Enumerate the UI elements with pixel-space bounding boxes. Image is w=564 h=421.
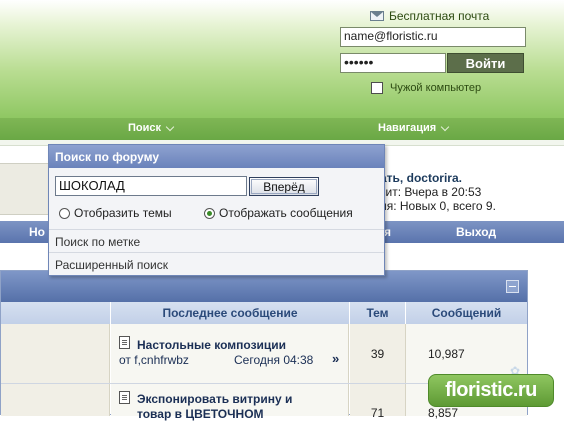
envelope-icon: [370, 11, 384, 21]
document-icon: [119, 391, 130, 404]
remember-checkbox[interactable]: [371, 82, 383, 94]
welcome-text: ать, doctorira. зит: Вчера в 20:53 ия: Н…: [380, 171, 496, 213]
messages-count[interactable]: ия: Новых 0, всего 9.: [380, 199, 496, 213]
remember-option[interactable]: Чужой компьютер: [371, 82, 481, 94]
col-forum: [1, 302, 111, 324]
topics-count: 39: [350, 324, 406, 383]
radio-show-topics[interactable]: [59, 207, 70, 219]
col-posts: Сообщений: [406, 302, 527, 324]
free-mail-link[interactable]: Бесплатная почта: [370, 8, 489, 24]
free-mail-label[interactable]: Бесплатная почта: [389, 9, 489, 23]
col-topics: Тем: [350, 302, 406, 324]
login-button[interactable]: Войти: [447, 53, 524, 73]
go-to-post-icon[interactable]: »: [332, 351, 339, 366]
toolbar-item-partial-2[interactable]: я: [384, 225, 391, 239]
collapse-icon[interactable]: [506, 280, 519, 293]
last-post-title[interactable]: Настольные композиции: [137, 338, 286, 352]
topics-count: 71: [350, 384, 406, 420]
search-input[interactable]: ШОКОЛАД: [55, 176, 247, 196]
option-show-posts[interactable]: Отображать сообщения: [204, 206, 353, 220]
site-header: Бесплатная почта name@floristic.ru •••••…: [0, 0, 564, 118]
last-visit: зит: Вчера в 20:53: [380, 185, 482, 199]
col-last-post: Последнее сообщение: [111, 302, 350, 324]
chevron-down-icon: [440, 122, 450, 131]
last-post-author[interactable]: от f,cnhfrwbz: [119, 353, 189, 367]
option-show-topics-label[interactable]: Отобразить темы: [74, 206, 172, 220]
login-field[interactable]: name@floristic.ru: [340, 27, 526, 47]
table-row: Настольные композиции от f,cnhfrwbz Сего…: [111, 324, 349, 383]
last-post-title-line2[interactable]: товар в ЦВЕТОЧНОМ: [137, 407, 264, 421]
search-popup: Поиск по форуму ШОКОЛАД Вперёд Отобразит…: [48, 144, 385, 276]
main-navbar: Поиск Навигация: [0, 118, 564, 140]
toolbar-item-partial[interactable]: Но: [29, 225, 45, 239]
forum-cell: [1, 324, 110, 416]
floristic-logo: floristic.ru: [428, 374, 554, 407]
logout-link[interactable]: Выход: [456, 225, 496, 239]
welcome-username[interactable]: doctorira.: [407, 171, 462, 185]
search-popup-title: Поиск по форуму: [49, 145, 384, 168]
search-go-button[interactable]: Вперёд: [249, 177, 319, 196]
last-post-title[interactable]: Экспонировать витрину и: [137, 392, 292, 406]
password-field[interactable]: ••••••: [340, 53, 446, 73]
document-icon: [119, 336, 130, 349]
option-show-topics[interactable]: Отобразить темы: [59, 206, 172, 220]
table-row: Экспонировать витрину и товар в ЦВЕТОЧНО…: [111, 384, 349, 421]
nav-navigation-label[interactable]: Навигация: [378, 122, 436, 134]
advanced-search-link[interactable]: Расширенный поиск: [49, 252, 384, 275]
nav-search-label[interactable]: Поиск: [128, 122, 161, 134]
welcome-side-cell: [0, 163, 52, 215]
nav-search[interactable]: Поиск: [128, 122, 175, 134]
last-post-date: Сегодня 04:38: [234, 353, 314, 367]
nav-navigation[interactable]: Навигация: [378, 122, 450, 134]
search-by-tag-link[interactable]: Поиск по метке: [49, 229, 384, 252]
option-show-posts-label[interactable]: Отображать сообщения: [219, 206, 353, 220]
radio-show-posts[interactable]: [204, 207, 215, 219]
chevron-down-icon: [165, 122, 175, 131]
remember-label: Чужой компьютер: [390, 82, 482, 94]
